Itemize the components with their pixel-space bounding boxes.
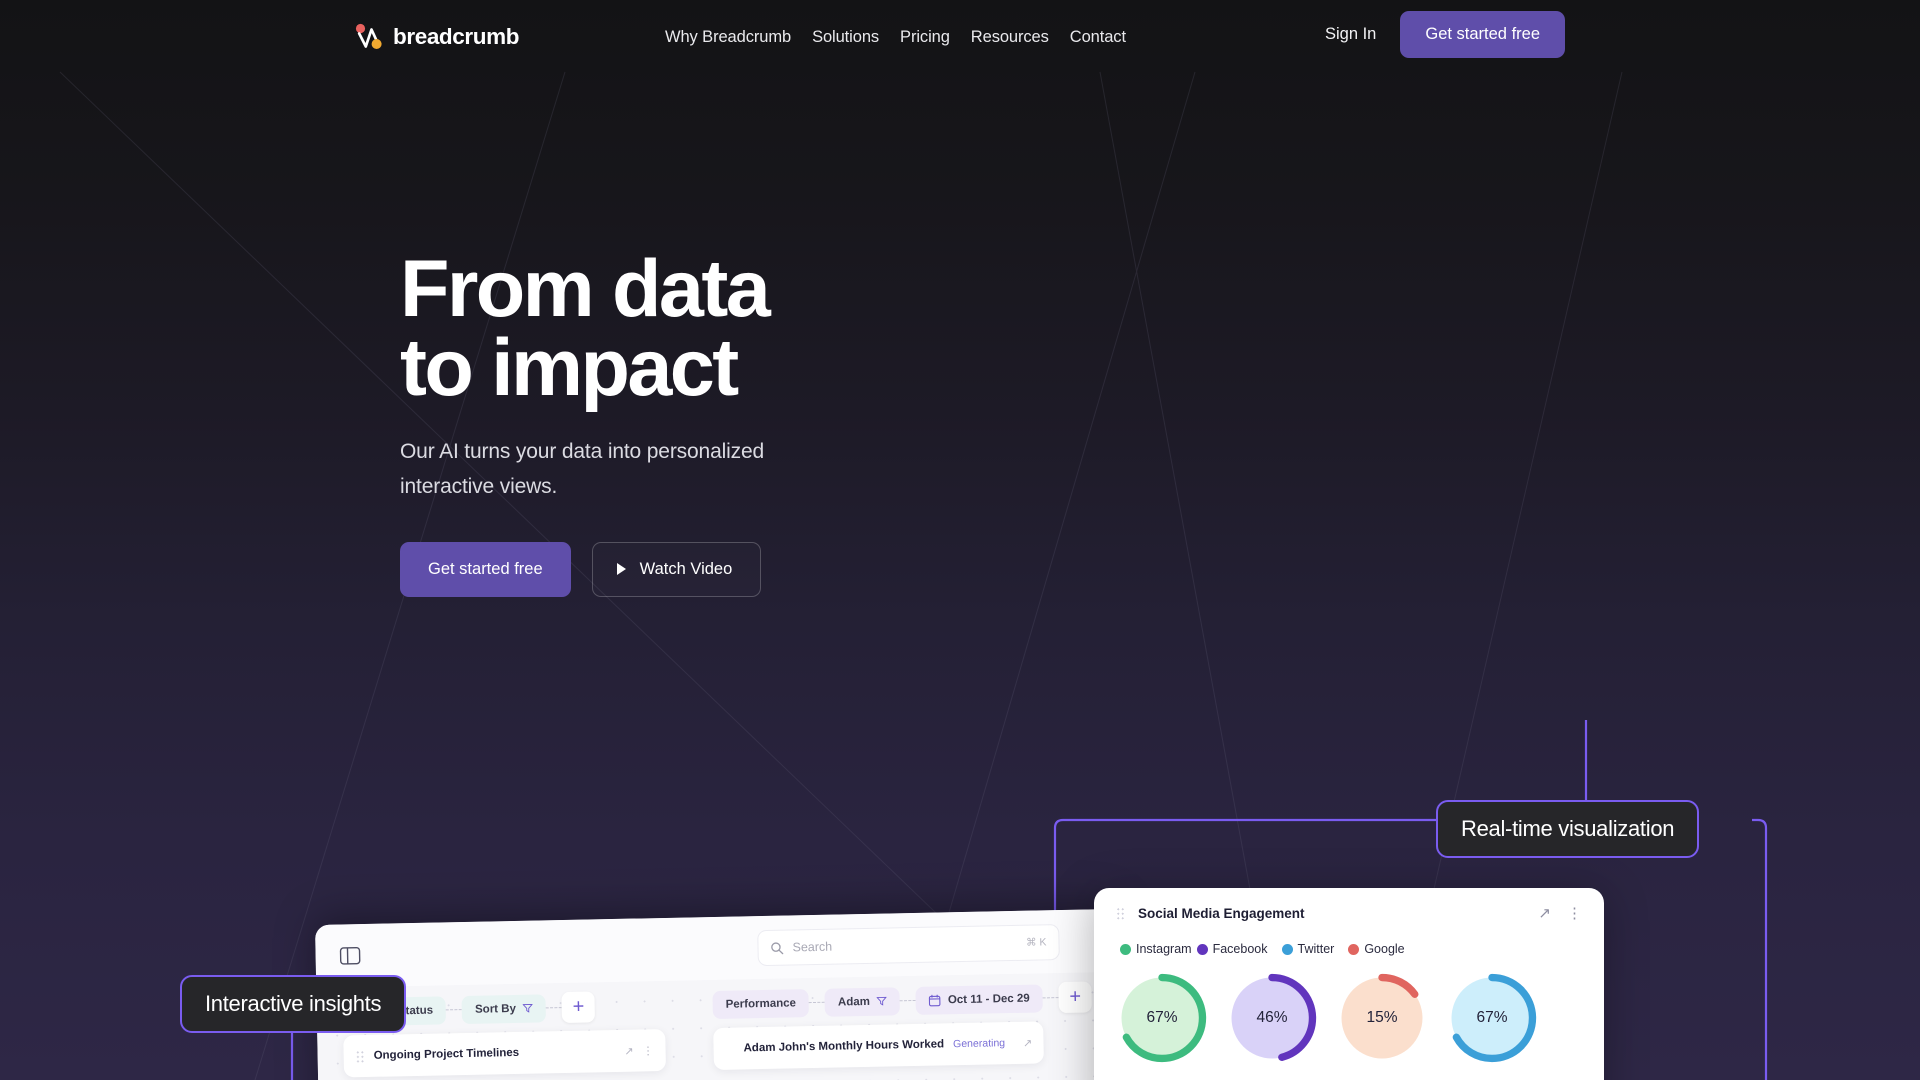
legend-color-swatch — [1120, 943, 1131, 955]
widget-status-badge: Generating — [952, 1037, 1006, 1051]
filter-icon — [876, 996, 887, 1006]
donut-value: 46% — [1256, 1009, 1288, 1026]
tag-realtime-visualization: Real-time visualization — [1436, 800, 1700, 858]
widget-title: Ongoing Project Timelines — [373, 1046, 520, 1062]
chip-date-range[interactable]: Oct 11 - Dec 29 — [915, 983, 1043, 1015]
more-vertical-icon[interactable]: ⋮ — [1567, 904, 1582, 922]
brand-logo[interactable]: breadcrumb — [354, 22, 519, 52]
header-actions: Sign In Get started free — [1315, 11, 1565, 58]
donut-value: 15% — [1366, 1009, 1398, 1026]
breadcrumb-logo-icon — [355, 23, 382, 49]
watch-video-button[interactable]: Watch Video — [591, 541, 762, 597]
legend-item-twitter: Twitter — [1281, 942, 1335, 956]
donut-twitter: 15% — [1336, 972, 1428, 1064]
hero-subheading: Our AI turns your data into personalized… — [400, 440, 765, 498]
filter-icon — [522, 1003, 534, 1013]
legend-label: Facebook — [1212, 942, 1268, 956]
filter-chips-mid: Performance Adam Oct 11 - Dec 29 + — [712, 981, 1093, 1020]
chip-divider — [545, 1007, 562, 1009]
search-placeholder: Search — [792, 939, 833, 955]
play-icon — [616, 563, 626, 576]
calendar-icon — [929, 994, 941, 1006]
legend-label: Google — [1364, 942, 1405, 956]
get-started-free-button[interactable]: Get started free — [1400, 11, 1565, 58]
donut-facebook: 46% — [1226, 972, 1318, 1064]
hero-section: From data to impact Our AI turns your da… — [400, 244, 771, 597]
search-input[interactable]: Search ⌘ K — [757, 924, 1060, 967]
expand-icon[interactable]: ↗ — [1538, 904, 1551, 922]
legend-color-swatch — [1196, 943, 1208, 955]
expand-icon[interactable]: ↗ — [624, 1044, 633, 1057]
hero-get-started-button[interactable]: Get started free — [400, 541, 571, 597]
legend-label: Twitter — [1297, 942, 1335, 956]
legend-item-google: Google — [1348, 942, 1405, 956]
main-nav: Why Breadcrumb Solutions Pricing Resourc… — [665, 28, 1126, 47]
chip-divider — [446, 1009, 463, 1011]
nav-item-pricing[interactable]: Pricing — [900, 28, 950, 47]
chip-label: Adam — [837, 995, 871, 1009]
expand-icon[interactable]: ↗ — [1023, 1036, 1032, 1049]
drag-handle-icon[interactable] — [1116, 906, 1125, 920]
sidebar-toggle-icon[interactable] — [339, 946, 361, 965]
donut-google: 67% — [1446, 972, 1538, 1064]
chip-divider — [1042, 997, 1059, 999]
add-filter-button-mid[interactable]: + — [1058, 981, 1093, 1014]
donut-chart-group: 67% 46% 15% 67% — [1094, 956, 1604, 1064]
sign-in-link[interactable]: Sign In — [1315, 17, 1386, 52]
brand-name: breadcrumb — [393, 24, 520, 49]
social-media-engagement-card: Social Media Engagement ↗ ⋮ Instagram Fa… — [1094, 888, 1604, 1080]
dashboard-window-left: Search ⌘ K Project Status Sort By — [315, 908, 1121, 1080]
nav-item-solutions[interactable]: Solutions — [812, 28, 879, 47]
card-header-actions: ↗ ⋮ — [1538, 904, 1582, 922]
widget-card-hours-worked[interactable]: Adam John's Monthly Hours Worked Generat… — [713, 1021, 1044, 1071]
chip-label: Sort By — [474, 1002, 517, 1016]
dashboard-canvas: Project Status Sort By + Performance — [316, 971, 1121, 1080]
legend-color-swatch — [1348, 943, 1360, 955]
drag-handle-icon[interactable] — [355, 1049, 365, 1063]
nav-item-resources[interactable]: Resources — [971, 28, 1049, 47]
nav-item-why-breadcrumb[interactable]: Why Breadcrumb — [665, 28, 791, 47]
chip-divider — [808, 1001, 825, 1004]
legend-label: Instagram — [1136, 942, 1192, 956]
chip-label: Oct 11 - Dec 29 — [947, 992, 1030, 1006]
site-header: breadcrumb Why Breadcrumb Solutions Pric… — [0, 0, 1920, 75]
chart-legend: Instagram Facebook Twitter Google — [1094, 942, 1604, 956]
donut-value: 67% — [1146, 1009, 1178, 1026]
search-shortcut-hint: ⌘ K — [1025, 936, 1047, 949]
landing-page: breadcrumb Why Breadcrumb Solutions Pric… — [0, 0, 1920, 1080]
nav-item-contact[interactable]: Contact — [1070, 28, 1126, 47]
chip-divider — [899, 999, 916, 1002]
search-icon — [771, 941, 784, 954]
card-title: Social Media Engagement — [1138, 905, 1305, 921]
donut-value: 67% — [1476, 1009, 1508, 1026]
chip-label: Performance — [725, 996, 797, 1011]
chip-performance[interactable]: Performance — [712, 988, 810, 1019]
more-vertical-icon[interactable]: ⋮ — [642, 1044, 653, 1057]
hero-heading: From data to impact — [400, 244, 771, 413]
add-filter-button-left[interactable]: + — [561, 991, 596, 1024]
legend-item-facebook: Facebook — [1196, 942, 1268, 956]
chip-adam[interactable]: Adam — [824, 986, 901, 1017]
legend-color-swatch — [1281, 943, 1293, 955]
donut-instagram: 67% — [1116, 972, 1208, 1064]
card-header: Social Media Engagement ↗ ⋮ — [1094, 888, 1604, 938]
tag-interactive-insights: Interactive insights — [180, 975, 407, 1033]
widget-title: Adam John's Monthly Hours Worked — [743, 1038, 945, 1055]
hero-cta-group: Get started free Watch Video — [400, 541, 768, 597]
widget-card-timelines[interactable]: Ongoing Project Timelines ↗ ⋮ — [343, 1028, 667, 1078]
chip-sort-by[interactable]: Sort By — [461, 993, 547, 1024]
watch-video-label: Watch Video — [639, 559, 733, 578]
legend-item-instagram: Instagram — [1120, 942, 1192, 956]
product-mockup: Search ⌘ K Project Status Sort By — [0, 0, 1920, 1080]
